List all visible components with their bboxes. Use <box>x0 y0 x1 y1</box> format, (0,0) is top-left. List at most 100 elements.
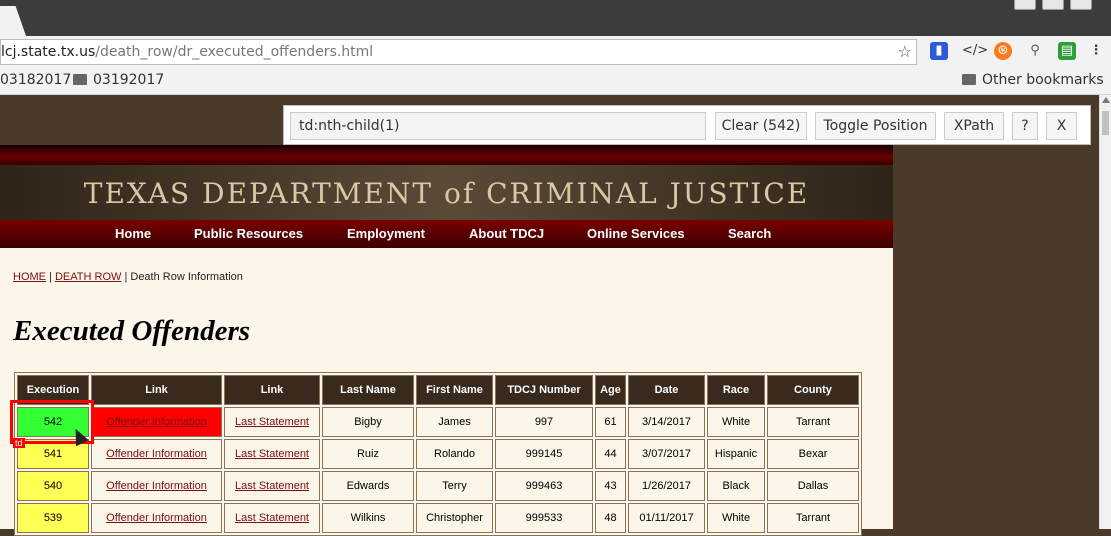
table-header-row: Execution Link Link Last Name First Name… <box>17 375 859 405</box>
xpath-button[interactable]: XPath <box>944 112 1004 140</box>
nav-employment[interactable]: Employment <box>347 226 425 241</box>
menu-icon[interactable]: ⋮ <box>1087 42 1105 60</box>
browser-toolbar: lcj.state.tx.us/death_row/dr_executed_of… <box>0 36 1111 68</box>
toggle-position-button[interactable]: Toggle Position <box>815 112 936 140</box>
link-cell: Last Statement <box>224 471 320 501</box>
last-name-cell: Edwards <box>322 471 414 501</box>
execution-cell[interactable]: 540 <box>17 471 89 501</box>
header-link: Link <box>224 375 320 405</box>
bookmark-star-icon[interactable]: ☆ <box>898 42 912 61</box>
offender-information-link[interactable]: Offender Information <box>106 512 207 524</box>
bookmarks-bar: 03182017 03192017 Other bookmarks <box>0 68 1111 95</box>
header-date: Date <box>628 375 705 405</box>
date-cell: 3/07/2017 <box>628 439 705 469</box>
county-cell: Bexar <box>767 439 859 469</box>
last-statement-link[interactable]: Last Statement <box>235 480 309 492</box>
breadcrumb-home[interactable]: HOME <box>13 271 46 283</box>
table-row: 541 Offender Information Last Statement … <box>17 439 859 469</box>
banner-title: TEXAS DEPARTMENT of CRIMINAL JUSTICE <box>83 177 810 210</box>
nav-online-services[interactable]: Online Services <box>587 226 685 241</box>
tdcj-number-cell: 997 <box>495 407 593 437</box>
highlight-tag-label: td <box>13 438 25 448</box>
county-cell: Tarrant <box>767 407 859 437</box>
other-bookmarks-label: Other bookmarks <box>982 72 1104 88</box>
offender-information-link[interactable]: Offender Information <box>106 416 207 428</box>
scroll-thumb[interactable] <box>1102 111 1109 135</box>
last-name-cell: Ruiz <box>322 439 414 469</box>
breadcrumb-death-row[interactable]: DEATH ROW <box>55 271 121 283</box>
age-cell: 43 <box>595 471 626 501</box>
header-last-name: Last Name <box>322 375 414 405</box>
header-tdcj-number: TDCJ Number <box>495 375 593 405</box>
header-link: Link <box>91 375 222 405</box>
folder-icon <box>962 74 976 85</box>
browser-tab[interactable] <box>0 6 26 36</box>
address-bar[interactable]: lcj.state.tx.us/death_row/dr_executed_of… <box>0 39 917 65</box>
header-race: Race <box>707 375 765 405</box>
site-top-bar <box>0 145 893 165</box>
first-name-cell: Rolando <box>416 439 493 469</box>
maximize-button[interactable] <box>1042 0 1064 10</box>
last-statement-link[interactable]: Last Statement <box>235 416 309 428</box>
race-cell: Hispanic <box>707 439 765 469</box>
last-statement-link[interactable]: Last Statement <box>235 448 309 460</box>
devtools-code-icon[interactable]: </> <box>962 42 988 60</box>
nav-about-tdcj[interactable]: About TDCJ <box>469 226 544 241</box>
url-path: /death_row/dr_executed_offenders.html <box>95 44 374 60</box>
first-name-cell: James <box>416 407 493 437</box>
link-cell: Offender Information <box>91 471 222 501</box>
web-page: TEXAS DEPARTMENT of CRIMINAL JUSTICE Hom… <box>0 95 1111 536</box>
close-gadget-button[interactable]: X <box>1046 112 1077 140</box>
nav-home[interactable]: Home <box>115 226 151 241</box>
page-title: Executed Offenders <box>13 315 251 347</box>
selector-input[interactable] <box>290 112 706 140</box>
link-cell: Last Statement <box>224 407 320 437</box>
last-name-cell: Bigby <box>322 407 414 437</box>
first-name-cell: Terry <box>416 471 493 501</box>
header-execution: Execution <box>17 375 89 405</box>
other-bookmarks[interactable]: Other bookmarks <box>962 72 1104 88</box>
executed-offenders-table: Execution Link Link Last Name First Name… <box>14 372 862 536</box>
link-cell: Offender Information <box>91 407 222 437</box>
bookmark-item[interactable]: 03182017 <box>0 72 71 88</box>
url-host: lcj.state.tx.us <box>1 44 96 60</box>
tdcj-number-cell: 999463 <box>495 471 593 501</box>
breadcrumb: HOME | DEATH ROW | Death Row Information <box>13 271 243 283</box>
race-cell: White <box>707 407 765 437</box>
close-window-button[interactable] <box>1070 0 1092 10</box>
page-scrollbar[interactable] <box>1099 95 1111 529</box>
age-cell: 61 <box>595 407 626 437</box>
site-nav: Home Public Resources Employment About T… <box>0 220 893 248</box>
county-cell: Dallas <box>767 471 859 501</box>
minimize-button[interactable] <box>1014 0 1036 10</box>
selector-gadget-panel: Clear (542) Toggle Position XPath ? X <box>283 105 1091 145</box>
nav-public-resources[interactable]: Public Resources <box>194 226 303 241</box>
date-cell: 1/26/2017 <box>628 471 705 501</box>
bookmark-folder-label: 03192017 <box>93 72 165 88</box>
table-row: 540 Offender Information Last Statement … <box>17 471 859 501</box>
bookmark-folder[interactable]: 03192017 <box>73 72 164 88</box>
header-age: Age <box>595 375 626 405</box>
date-cell: 3/14/2017 <box>628 407 705 437</box>
extension-print-icon[interactable]: ▤ <box>1058 42 1076 60</box>
header-county: County <box>767 375 859 405</box>
offender-information-link[interactable]: Offender Information <box>106 448 207 460</box>
race-cell: Black <box>707 471 765 501</box>
tab-strip <box>0 0 1111 36</box>
offender-information-link[interactable]: Offender Information <box>106 480 207 492</box>
header-first-name: First Name <box>416 375 493 405</box>
folder-icon <box>73 74 87 85</box>
link-cell: Last Statement <box>224 439 320 469</box>
tdcj-number-cell: 999145 <box>495 439 593 469</box>
breadcrumb-current: Death Row Information <box>130 271 243 283</box>
url-text[interactable]: lcj.state.tx.us/death_row/dr_executed_of… <box>1 44 373 60</box>
extension-search-icon[interactable]: ⚲ <box>1026 42 1044 60</box>
extension-orange-icon[interactable]: ⊛ <box>994 42 1012 60</box>
scroll-up-arrow-icon[interactable] <box>1102 97 1110 103</box>
help-button[interactable]: ? <box>1012 112 1038 140</box>
link-cell: Offender Information <box>91 439 222 469</box>
extension-icon[interactable]: ▮ <box>930 42 948 60</box>
last-statement-link[interactable]: Last Statement <box>235 512 309 524</box>
clear-button[interactable]: Clear (542) <box>715 112 807 140</box>
nav-search[interactable]: Search <box>728 226 771 241</box>
